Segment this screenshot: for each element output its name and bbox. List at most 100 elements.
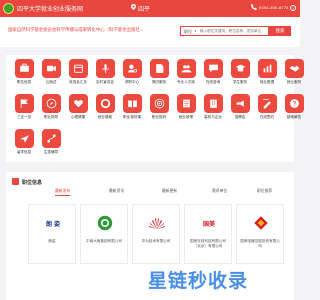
category-label: 三支一扶 [16, 115, 32, 119]
flag-icon [14, 94, 34, 113]
handshake-icon [284, 59, 304, 78]
category-item[interactable]: 高校与企业 [202, 94, 224, 124]
search-input[interactable] [200, 28, 266, 34]
help-icon[interactable]: ? [290, 5, 296, 11]
category-item[interactable]: 云面试 [40, 59, 62, 89]
category-item[interactable]: 就业政策 [175, 94, 197, 124]
company-card[interactable]: 朗 姿 朗姿 [28, 204, 76, 264]
category-label: 职业指导 [43, 115, 59, 119]
category-label: 生涯辅导 [43, 150, 59, 154]
category-item[interactable]: 双选会汇总 [67, 59, 89, 89]
megaphone-icon [230, 94, 250, 113]
company-name: 国美电器控股投资有限公司 [240, 239, 280, 248]
category-label: 心理健康 [70, 115, 86, 119]
category-label: 就业服务 [286, 80, 302, 84]
category-item[interactable]: 学生服务 [229, 59, 251, 89]
plane-icon [14, 129, 34, 148]
route-icon [41, 129, 61, 148]
users-icon [176, 59, 196, 78]
watermark: 星链秒收录 [148, 270, 249, 292]
category-item[interactable]: 职位信息 [13, 59, 35, 89]
phone-icon [251, 4, 257, 10]
category-label: 职业规划 [151, 115, 167, 119]
category-item[interactable]: 就业数据 [256, 59, 278, 89]
category-item[interactable]: 实时宣讲会 [94, 59, 116, 89]
site-title[interactable]: 四平大学就业创业服务网 [17, 4, 83, 13]
tab-employers[interactable]: 需求单位 [212, 189, 227, 194]
category-item[interactable]: 职业规划课 [121, 94, 143, 124]
search-box: 职位 ▼ [180, 26, 269, 36]
tab-recommended[interactable]: 职位推荐 [257, 189, 272, 194]
category-label: 就业政策 [178, 115, 194, 119]
category-label: 留学信息 [16, 150, 32, 154]
svg-text:?: ? [292, 102, 296, 108]
category-item[interactable]: 招聘会 [229, 94, 251, 124]
green-circle-logo [89, 213, 121, 233]
company-name: 国美在线科技有限公司（北京）有限公司 [190, 239, 226, 248]
huawei-logo [141, 213, 173, 233]
organization-name: 国家自然科学基金委员会科学传播与成果转化中心（科学基金出版社... [8, 27, 144, 32]
company-card[interactable]: 国美 国美在线科技有限公司（北京）有限公司 [184, 204, 232, 264]
brand-text-logo: 朗 姿 [45, 220, 61, 228]
company-name: 华为技术有限公司 [141, 239, 171, 243]
location-pin-icon [131, 4, 136, 10]
chart-icon [257, 59, 277, 78]
category-label: 在线签约 [259, 115, 275, 119]
company-card[interactable]: 中南大局集团有限公司 [80, 204, 128, 264]
company-card[interactable]: 华为技术有限公司 [132, 204, 180, 264]
user-search-icon [122, 59, 142, 78]
category-label: 简历服务 [151, 80, 167, 84]
category-item[interactable]: 就业援助 [94, 94, 116, 124]
question-icon: ? [284, 94, 304, 113]
compass-icon [41, 94, 61, 113]
tab-latest[interactable]: 最新发布 [55, 189, 71, 196]
category-label: 职业规划课 [123, 115, 141, 119]
heart-icon [68, 94, 88, 113]
category-label: 就业援助 [97, 115, 113, 119]
student-icon [230, 59, 250, 78]
tab-news[interactable]: 最新资讯 [109, 189, 124, 194]
category-item[interactable]: 生涯辅导 [40, 129, 62, 159]
book-icon [122, 94, 142, 113]
category-item[interactable]: 职业指导 [40, 94, 62, 124]
category-item[interactable]: 就业服务 [283, 59, 305, 89]
category-label: 就业数据 [259, 80, 275, 84]
category-label: 云面试 [45, 80, 57, 84]
category-label: 专业人才库 [177, 80, 195, 84]
category-item[interactable]: 在线签约 [256, 94, 278, 124]
category-label: 疑难解答 [286, 115, 302, 119]
category-label: 高校与企业 [204, 115, 222, 119]
sign-icon [257, 94, 277, 113]
chevron-down-icon[interactable]: ▼ [194, 29, 197, 33]
category-label: 在线咨询 [205, 80, 221, 84]
tab-updates[interactable]: 最新更新 [162, 189, 177, 194]
category-label: 招聘会 [234, 115, 246, 119]
search-row: 国家自然科学基金委员会科学传播与成果转化中心（科学基金出版社... 职位 ▼ 搜… [0, 17, 300, 47]
document-icon [149, 59, 169, 78]
briefcase-icon [14, 59, 34, 78]
lifebuoy-icon [95, 94, 115, 113]
category-item[interactable]: 在线咨询 [202, 59, 224, 89]
section-title: 职位信息 [22, 180, 43, 186]
category-label: 双选会汇总 [69, 80, 87, 84]
search-button[interactable]: 搜索 [269, 26, 291, 36]
search-scope-select[interactable]: 职位 [184, 29, 192, 35]
category-item[interactable]: ? 疑难解答 [283, 94, 305, 124]
company-card[interactable]: 国美电器控股投资有限公司 [236, 204, 284, 264]
site-logo[interactable] [3, 3, 14, 14]
category-item[interactable]: 求职中心 [121, 59, 143, 89]
red-text-logo: 国美 [202, 221, 215, 228]
city-selector[interactable]: 四平 [138, 4, 150, 13]
category-label: 学生服务 [232, 80, 248, 84]
target-icon [149, 94, 169, 113]
building-icon [203, 94, 223, 113]
category-item[interactable]: 三支一扶 [13, 94, 35, 124]
category-item[interactable]: 专业人才库 [175, 59, 197, 89]
company-name: 中南大局集团有限公司 [86, 239, 122, 243]
category-item[interactable]: 简历服务 [148, 59, 170, 89]
category-label: 职位信息 [16, 80, 32, 84]
top-bar: 四平大学就业创业服务网 四平 0394-800-8776 ? [0, 0, 300, 17]
category-item[interactable]: 留学信息 [13, 129, 35, 159]
category-item[interactable]: 心理健康 [67, 94, 89, 124]
category-item[interactable]: 职业规划 [148, 94, 170, 124]
